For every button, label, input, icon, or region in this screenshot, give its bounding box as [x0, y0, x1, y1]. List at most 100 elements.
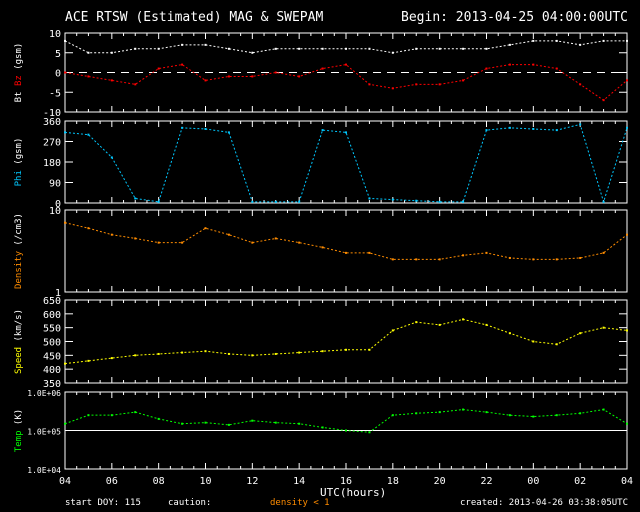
y-tick-label: 600 — [43, 310, 61, 321]
Temp-point — [415, 412, 418, 415]
Phi-point — [438, 200, 441, 203]
Density-point — [181, 241, 184, 244]
density-ylabel: Density (/cm3) — [14, 213, 24, 289]
Temp-point — [298, 422, 301, 425]
Speed-point — [391, 329, 394, 332]
ylabel-part: (/cm3) — [14, 213, 24, 251]
Bz-point — [368, 83, 371, 86]
Bt-point — [204, 43, 207, 46]
Bt-point — [555, 39, 558, 42]
Speed-point — [462, 318, 465, 321]
Phi-point — [321, 129, 324, 132]
x-tick-label: 00 — [527, 476, 539, 487]
Density-point — [251, 241, 254, 244]
start-doy: start DOY: 115 — [65, 498, 141, 508]
Phi-point — [532, 127, 535, 130]
Bz-point — [438, 83, 441, 86]
Temp-point — [508, 414, 511, 417]
Phi-point — [508, 126, 511, 129]
Density-point — [438, 258, 441, 261]
mag-ylabel: Bt Bz (gsm) — [14, 43, 24, 103]
Phi-point — [345, 131, 347, 134]
Bt-point — [87, 51, 90, 54]
Temp-point — [485, 411, 488, 414]
y-tick-label: 450 — [43, 351, 61, 362]
ylabel-part: (km/s) — [14, 309, 24, 347]
Bt-point — [157, 47, 160, 50]
Temp-point — [345, 429, 347, 432]
ylabel-part: Bt — [14, 91, 24, 102]
y-tick-label: 10 — [49, 206, 61, 217]
ylabel-part: Speed — [14, 347, 24, 374]
Bz-point — [321, 67, 324, 70]
Density-point — [555, 258, 558, 261]
Phi-point — [134, 197, 137, 200]
Bz-point — [87, 75, 90, 78]
Phi-point — [602, 200, 605, 203]
caution-label: caution: — [168, 498, 212, 508]
Speed-line — [64, 318, 628, 365]
Bz-point — [204, 79, 207, 82]
Temp-point — [626, 422, 628, 425]
y-tick-label: 0 — [55, 69, 61, 80]
ace-rtsw-plot: ACE RTSW (Estimated) MAG & SWEPAM Begin:… — [0, 0, 640, 512]
x-tick-label: 18 — [387, 476, 399, 487]
Speed-point — [87, 359, 90, 362]
Bz-point — [415, 83, 418, 86]
Bz-point — [579, 83, 582, 86]
Speed-point — [157, 352, 160, 355]
Speed-point — [227, 352, 230, 355]
Density-point — [462, 254, 465, 257]
Speed-point — [579, 332, 582, 335]
Phi-point — [415, 199, 418, 202]
Bz-point — [626, 79, 628, 82]
Phi-point — [181, 126, 184, 129]
Bz-point — [274, 71, 277, 74]
Temp-point — [227, 423, 230, 426]
Bt-point — [298, 47, 301, 50]
Temp-line — [64, 409, 628, 433]
Temp-point — [181, 422, 184, 425]
ylabel-part: Bz — [14, 75, 24, 91]
y-tick-label: 270 — [43, 138, 61, 149]
Density-point — [626, 233, 628, 236]
Bz-point — [181, 63, 184, 66]
Bz-point — [134, 83, 137, 86]
Density-point — [321, 246, 324, 249]
Speed-point — [555, 343, 558, 346]
Speed-point — [64, 362, 66, 365]
Bt-point — [462, 47, 465, 50]
density-frame — [64, 209, 628, 293]
y-tick-label: 10 — [49, 29, 61, 40]
Bt-point — [485, 47, 488, 50]
x-tick-label: 08 — [153, 476, 165, 487]
x-axis-label: UTC(hours) — [320, 486, 387, 499]
Bt-line — [64, 40, 627, 54]
Density-point — [345, 251, 347, 254]
Temp-point — [368, 431, 371, 434]
Temp-point — [602, 408, 605, 411]
Bt-point — [251, 51, 254, 54]
Bz-point — [110, 79, 113, 82]
Bt-point — [274, 47, 277, 50]
x-tick-label: 10 — [199, 476, 211, 487]
Speed-point — [415, 321, 418, 324]
Bt-point — [626, 39, 628, 42]
Phi-point — [157, 200, 160, 203]
Phi-point — [251, 200, 254, 203]
x-tick-label: 20 — [434, 476, 446, 487]
Temp-point — [532, 415, 535, 418]
Speed-point — [204, 350, 207, 353]
Bz-point — [157, 67, 160, 70]
Phi-point — [368, 197, 371, 200]
Phi-point — [626, 126, 628, 129]
Temp-point — [391, 414, 394, 417]
Temp-point — [579, 412, 582, 415]
Speed-point — [298, 351, 301, 354]
caution-note: density < 1 — [270, 498, 330, 508]
Bt-point — [391, 51, 394, 54]
Phi-point — [64, 131, 66, 134]
ylabel-part: (gsm) — [14, 138, 24, 171]
Bt-point — [368, 47, 371, 50]
Density-point — [415, 258, 418, 261]
